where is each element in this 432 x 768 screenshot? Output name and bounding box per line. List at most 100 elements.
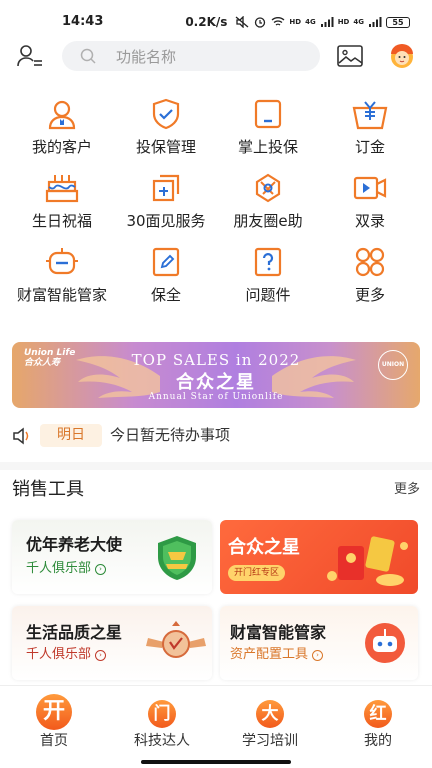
more-grid-icon — [355, 247, 385, 277]
nav-badge: 大 — [256, 700, 284, 728]
grid-label: 更多 — [354, 286, 385, 304]
video-record-icon — [353, 176, 387, 200]
grid-label: 30面见服务 — [126, 212, 206, 230]
shield-check-icon — [152, 98, 180, 130]
card-wealth-butler[interactable]: 财富智能管家 资产配置工具 › — [220, 606, 418, 680]
network-speed: 0.2K/s — [185, 15, 228, 29]
todo-text: 今日暂无待办事项 — [110, 426, 231, 444]
nav-mine[interactable]: 红 我的 — [324, 686, 432, 756]
card-title: 生活品质之星 — [26, 623, 123, 642]
todo-notice[interactable]: 明日 今日暂无待办事项 — [12, 424, 420, 448]
winged-emblem-icon — [146, 621, 206, 658]
grid-item-my-customers[interactable]: 我的客户 — [8, 98, 116, 172]
promo-banner[interactable]: Union Life 合众人寿 TOP SALES in 2022 合众之星 A… — [12, 342, 420, 408]
section-title: 销售工具 — [12, 479, 84, 500]
arrow-right-icon: › — [312, 650, 324, 661]
card-subtitle: 资产配置工具 › — [230, 646, 324, 664]
card-subtitle-text: 千人俱乐部 — [26, 647, 92, 662]
section-divider — [0, 462, 432, 470]
4g-badge: 4G — [305, 18, 316, 26]
card-subtitle-text: 千人俱乐部 — [26, 561, 92, 576]
card-subtitle-text: 资产配置工具 — [230, 647, 309, 662]
card-subtitle: 千人俱乐部 › — [26, 560, 107, 578]
grid-item-mobile-insurance[interactable]: 掌上投保 — [214, 98, 322, 172]
nav-label: 科技达人 — [134, 733, 190, 749]
search-icon — [80, 48, 96, 64]
search-bar[interactable]: 功能名称 — [62, 41, 320, 71]
status-indicators: 0.2K/s HD 4G HD 4G 55 — [185, 15, 410, 29]
union-badge: UNION — [378, 350, 408, 380]
camera-aperture-icon — [255, 173, 281, 203]
tomorrow-tag[interactable]: 明日 — [40, 424, 102, 447]
question-doc-icon — [254, 247, 282, 277]
card-union-star[interactable]: 合众之星 开门红专区 — [220, 520, 418, 594]
customer-icon — [48, 100, 76, 130]
grid-label: 问题件 — [245, 286, 291, 304]
speaker-icon — [13, 427, 29, 445]
grid-label: 财富智能管家 — [17, 286, 108, 304]
arrow-right-icon: › — [95, 650, 107, 661]
yen-deposit-icon — [352, 101, 388, 130]
nav-badge: 门 — [148, 700, 176, 728]
grid-label: 掌上投保 — [237, 138, 298, 156]
mute-icon — [235, 16, 249, 28]
bottom-nav: 开 首页 门 科技达人 大 学习培训 红 我的 — [0, 685, 432, 768]
grid-label: 生日祝福 — [31, 212, 92, 230]
grid-item-deposit[interactable]: 订金 — [316, 98, 424, 172]
kaimenhong-button[interactable]: 开门红专区 — [228, 565, 286, 581]
status-time: 14:43 — [62, 14, 104, 29]
nav-label: 首页 — [40, 733, 68, 749]
avatar[interactable] — [388, 42, 416, 70]
grid-label: 双录 — [354, 212, 385, 230]
battery-icon: 55 — [386, 16, 410, 28]
green-shield-badge-icon — [158, 536, 196, 580]
grid-label: 投保管理 — [135, 138, 196, 156]
signal-icon-2 — [369, 17, 382, 27]
grid-item-dual-recording[interactable]: 双录 — [316, 172, 424, 246]
grid-item-preservation[interactable]: 保全 — [112, 246, 220, 320]
arrow-right-icon: › — [95, 564, 107, 575]
image-gallery-icon[interactable] — [337, 45, 363, 67]
grid-item-meeting-service[interactable]: 30面见服务 — [112, 172, 220, 246]
card-title: 合众之星 — [228, 537, 300, 558]
grid-label: 朋友圈e助 — [233, 212, 303, 230]
4g-badge-2: 4G — [353, 18, 364, 26]
tablet-icon — [254, 99, 282, 129]
birthday-cake-icon — [45, 175, 79, 203]
grid-item-birthday[interactable]: 生日祝福 — [8, 172, 116, 246]
user-menu-icon[interactable] — [16, 44, 44, 68]
card-title: 优年养老大使 — [26, 535, 123, 554]
top-bar: 功能名称 — [0, 38, 432, 74]
grid-item-wealth-butler[interactable]: 财富智能管家 — [8, 246, 116, 342]
grid-item-problem-cases[interactable]: 问题件 — [214, 246, 322, 320]
alarm-icon — [255, 17, 266, 28]
banner-subtitle: Annual Star of Unionlife — [148, 392, 284, 402]
grid-item-moments-helper[interactable]: 朋友圈e助 — [214, 172, 322, 246]
meeting-service-icon — [152, 174, 180, 202]
nav-badge: 红 — [364, 700, 392, 728]
card-title: 财富智能管家 — [230, 623, 327, 642]
card-pension-ambassador[interactable]: 优年养老大使 千人俱乐部 › — [12, 520, 212, 594]
robot-bubble-icon — [365, 623, 405, 663]
grid-item-more[interactable]: 更多 — [316, 246, 424, 320]
nav-tech-expert[interactable]: 门 科技达人 — [108, 686, 216, 756]
wifi-icon — [271, 17, 285, 26]
red-envelope-graphic — [327, 536, 408, 586]
card-subtitle: 千人俱乐部 › — [26, 646, 107, 664]
hd-badge: HD — [289, 18, 302, 26]
nav-badge: 开 — [36, 694, 72, 730]
nav-training[interactable]: 大 学习培训 — [216, 686, 324, 756]
grid-label: 保全 — [150, 286, 181, 304]
nav-label: 我的 — [364, 733, 392, 749]
grid-item-policy-management[interactable]: 投保管理 — [112, 98, 220, 172]
more-link[interactable]: 更多 — [394, 481, 420, 499]
signal-icon — [320, 17, 334, 27]
nav-label: 学习培训 — [242, 733, 298, 749]
home-indicator[interactable] — [141, 760, 291, 764]
robot-icon — [46, 248, 78, 275]
search-placeholder: 功能名称 — [116, 48, 177, 66]
nav-home[interactable]: 开 首页 — [0, 686, 108, 756]
grid-label: 我的客户 — [31, 138, 92, 156]
card-quality-life-star[interactable]: 生活品质之星 千人俱乐部 › — [12, 606, 212, 680]
banner-title: TOP SALES in 2022 — [131, 351, 301, 369]
